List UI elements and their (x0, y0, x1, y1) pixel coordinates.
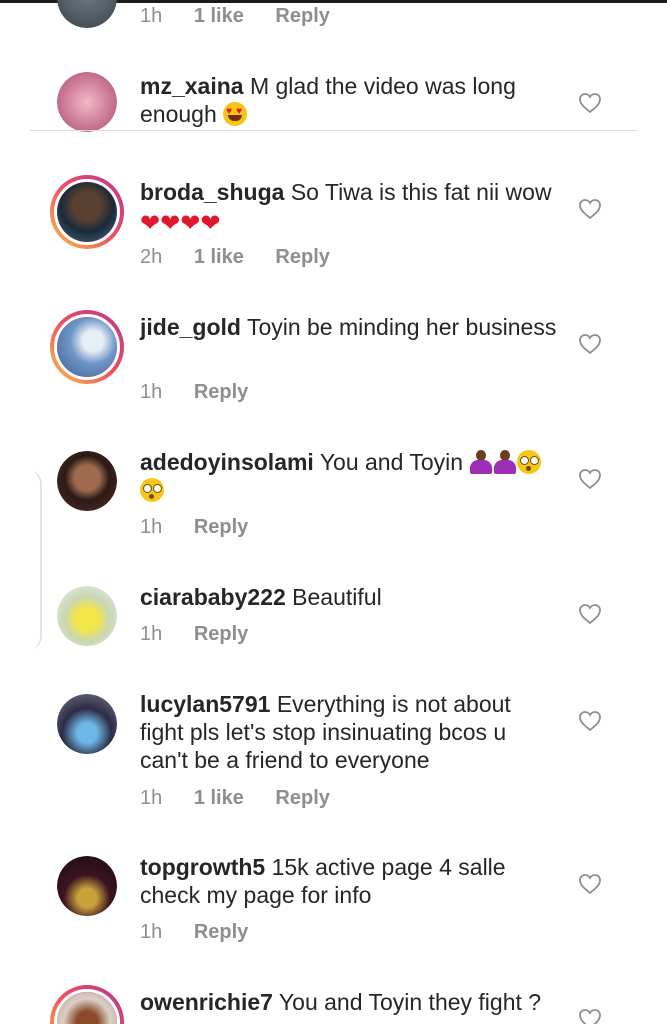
comment-time: 1h (140, 516, 163, 538)
like-heart-icon[interactable] (578, 1008, 602, 1024)
comment-time: 1h (140, 921, 163, 943)
comment-time: 1h (140, 381, 163, 403)
reply-button[interactable]: Reply (275, 246, 329, 268)
divider (30, 130, 637, 131)
red-heart-icon: ❤ (140, 210, 161, 237)
comment-username[interactable]: broda_shuga (140, 179, 284, 205)
avatar[interactable] (57, 694, 117, 754)
comment-body: Toyin be minding her business (246, 314, 557, 340)
red-heart-icon: ❤ (180, 210, 201, 237)
avatar-with-story-ring[interactable] (50, 310, 124, 384)
comment-username[interactable]: topgrowth5 (140, 854, 265, 880)
reply-button[interactable]: Reply (194, 921, 248, 943)
comment-text: owenrichie7 You and Toyin they fight ? (140, 988, 560, 1016)
comment-likes[interactable]: 1 like (194, 5, 244, 27)
reply-button[interactable]: Reply (275, 5, 329, 27)
comment-username[interactable]: owenrichie7 (140, 989, 273, 1015)
like-heart-icon[interactable] (578, 468, 602, 490)
comment-meta: 1h 1 like Reply (140, 787, 356, 810)
comment-text: adedoyinsolami You and Toyin (140, 448, 560, 504)
flushed-face-icon (140, 478, 164, 502)
comment-likes[interactable]: 1 like (194, 787, 244, 809)
comment-meta: 2h 1 like Reply (140, 246, 356, 269)
woman-shrugging-icon (493, 450, 517, 474)
comments-screen: 1h 1 like Reply mz_xaina M glad the vide… (0, 0, 667, 1024)
reply-button[interactable]: Reply (194, 381, 248, 403)
comment-time: 1h (140, 623, 163, 645)
comment-likes[interactable]: 1 like (194, 246, 244, 268)
avatar[interactable] (57, 0, 117, 28)
comment-text: ciarababy222 Beautiful (140, 583, 560, 611)
comment-body: So Tiwa is this fat nii wow (290, 179, 552, 205)
comment-body: You and Toyin they fight ? (278, 989, 542, 1015)
comment-username[interactable]: adedoyinsolami (140, 449, 314, 475)
avatar[interactable] (57, 72, 117, 132)
woman-shrugging-icon (469, 450, 493, 474)
comment-time: 2h (140, 246, 163, 268)
red-heart-icon: ❤ (160, 210, 181, 237)
comment-time: 1h (140, 5, 163, 27)
avatar[interactable] (57, 856, 117, 916)
comment-username[interactable]: jide_gold (140, 314, 241, 340)
smiling-face-heart-eyes-icon: ♥ ♥ (223, 102, 248, 126)
comment-meta: 1h 1 like Reply (140, 5, 356, 28)
comment-text: jide_gold Toyin be minding her business (140, 313, 560, 341)
like-heart-icon[interactable] (578, 333, 602, 355)
comment-text: broda_shuga So Tiwa is this fat nii wow … (140, 178, 560, 238)
avatar[interactable] (57, 451, 117, 511)
reply-button[interactable]: Reply (275, 787, 329, 809)
red-heart-icon: ❤ (200, 210, 221, 237)
like-heart-icon[interactable] (578, 92, 602, 114)
comment-time: 1h (140, 787, 163, 809)
comment-text: mz_xaina M glad the video was long enoug… (140, 72, 560, 128)
like-heart-icon[interactable] (578, 198, 602, 220)
comment-body: Beautiful (292, 584, 382, 610)
comment-text: lucylan5791 Everything is not about figh… (140, 690, 560, 774)
comment-meta: 1h Reply (140, 623, 274, 646)
comment-username[interactable]: ciarababy222 (140, 584, 286, 610)
comment-meta: 1h Reply (140, 516, 274, 539)
reply-button[interactable]: Reply (194, 623, 248, 645)
avatar-with-story-ring[interactable] (50, 175, 124, 249)
like-heart-icon[interactable] (578, 603, 602, 625)
avatar[interactable] (57, 586, 117, 646)
avatar-with-story-ring[interactable] (50, 985, 124, 1024)
comment-meta: 1h Reply (140, 381, 274, 404)
comment-username[interactable]: lucylan5791 (140, 691, 270, 717)
comment-username[interactable]: mz_xaina (140, 73, 244, 99)
comment-text: topgrowth5 15k active page 4 salle check… (140, 853, 560, 909)
like-heart-icon[interactable] (578, 710, 602, 732)
flushed-face-icon (517, 450, 542, 474)
comment-meta: 1h Reply (140, 921, 274, 944)
reply-button[interactable]: Reply (194, 516, 248, 538)
comment-body: You and Toyin (319, 449, 464, 475)
like-heart-icon[interactable] (578, 873, 602, 895)
scroll-edge (24, 470, 42, 650)
